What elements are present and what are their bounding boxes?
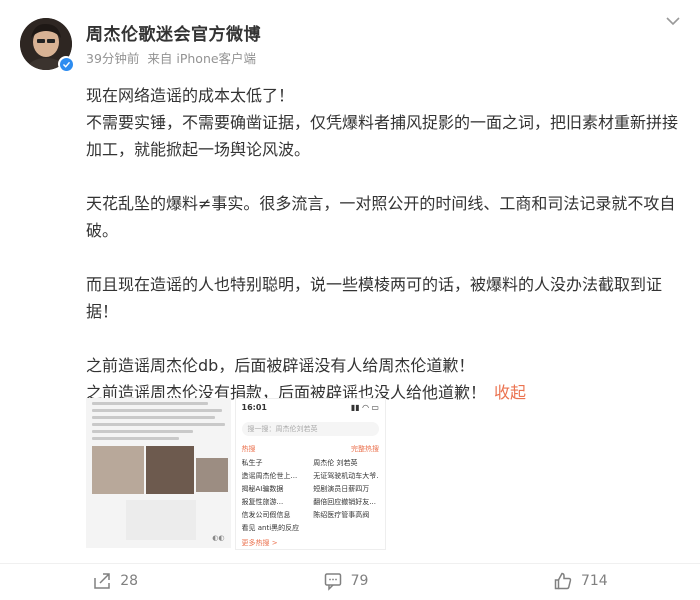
share-button[interactable]: 28 (92, 571, 138, 591)
screenshot-hot-item: 翻倍回应撤销好友... (313, 498, 376, 506)
media-gallery: ◐◐ 16:01 ▮▮ ◠ ▭ 搜一搜：周杰伦刘若英 热搜 完整热搜 私生子 周… (86, 398, 386, 550)
author-name[interactable]: 周杰伦歌迷会官方微博 (86, 20, 261, 45)
action-bar: 28 79 714 (0, 566, 700, 596)
screenshot-hot-full: 完整热搜 (351, 445, 379, 453)
screenshot-time: 16:01 (241, 403, 267, 412)
screenshot-hot-label: 热搜 (241, 445, 256, 453)
screenshot-hot-item: 无证驾驶机动车大爷... (313, 472, 379, 480)
image-thumbnail-article[interactable]: ◐◐ (86, 398, 231, 548)
screenshot-hot-item: 私生子 (241, 459, 263, 467)
screenshot-hot-item: 信发公司假信息 (241, 511, 291, 519)
post-paragraph: 不需要实锤，不需要确凿证据，仅凭爆料者捕风捉影的一面之词，把旧素材重新拼接加工，… (86, 113, 679, 159)
comment-icon (324, 573, 341, 591)
avatar[interactable] (20, 18, 74, 72)
screenshot-hot-item: 造谣周杰伦世上... (241, 472, 298, 480)
footer-divider (0, 563, 700, 564)
post-source: 来自 iPhone客户端 (147, 51, 257, 66)
screenshot-hot-item: 报复性旅游... (241, 498, 284, 506)
image-thumbnail-hotsearch[interactable]: 16:01 ▮▮ ◠ ▭ 搜一搜：周杰伦刘若英 热搜 完整热搜 私生子 周杰伦 … (234, 398, 386, 550)
screenshot-hot-item: 短剧演员日薪四万 (313, 485, 370, 493)
post-time[interactable]: 39分钟前 (86, 51, 139, 66)
post-paragraph: 而且现在造谣的人也特别聪明，说一些模棱两可的话，被爆料的人没办法截取到证据！ (86, 275, 663, 321)
more-options-chevron-icon[interactable] (662, 12, 684, 30)
screenshot-hot-item: 揭秘AI骗数据 (241, 485, 284, 493)
thumbs-up-icon (554, 572, 572, 590)
verified-badge-icon (58, 56, 74, 72)
share-count: 28 (120, 573, 139, 589)
screenshot-hot-item: 看见 anti黑的反应 (241, 524, 300, 532)
screenshot-hot-item: 周杰伦 刘若英 (313, 459, 358, 467)
screenshot-search-box: 搜一搜：周杰伦刘若英 (241, 422, 379, 436)
status-bar-icon: ▮▮ ◠ ▭ (350, 403, 379, 412)
collapse-link[interactable]: 收起 (494, 383, 526, 402)
post-paragraph: 天花乱坠的爆料≠事实。很多流言，一对照公开的时间线、工商和司法记录就不攻自破。 (86, 194, 676, 240)
image-badge-icon: ◐◐ (212, 534, 225, 542)
screenshot-more-hot: 更多热搜 > (241, 539, 278, 547)
like-button[interactable]: 714 (553, 571, 608, 591)
screenshot-search-placeholder: 搜一搜：周杰伦刘若英 (247, 425, 318, 433)
post-content: 现在网络造谣的成本太低了！ 不需要实锤，不需要确凿证据，仅凭爆料者捕风捉影的一面… (86, 82, 686, 406)
post-paragraph: 之前造谣周杰伦db，后面被辟谣没有人给周杰伦道歉！ (86, 356, 475, 375)
share-icon (94, 573, 111, 589)
comment-button[interactable]: 79 (323, 571, 369, 591)
comment-count: 79 (350, 573, 369, 589)
post-meta: 39分钟前 来自 iPhone客户端 (86, 48, 260, 67)
like-count: 714 (580, 573, 608, 589)
screenshot-hot-list: 私生子 周杰伦 刘若英 造谣周杰伦世上... 无证驾驶机动车大爷... 揭秘AI… (236, 454, 385, 533)
screenshot-hot-item: 陈绍医疗管事高阀 (313, 511, 370, 519)
screenshot-hot-item (313, 523, 379, 533)
post-paragraph: 现在网络造谣的成本太低了！ (86, 86, 295, 105)
